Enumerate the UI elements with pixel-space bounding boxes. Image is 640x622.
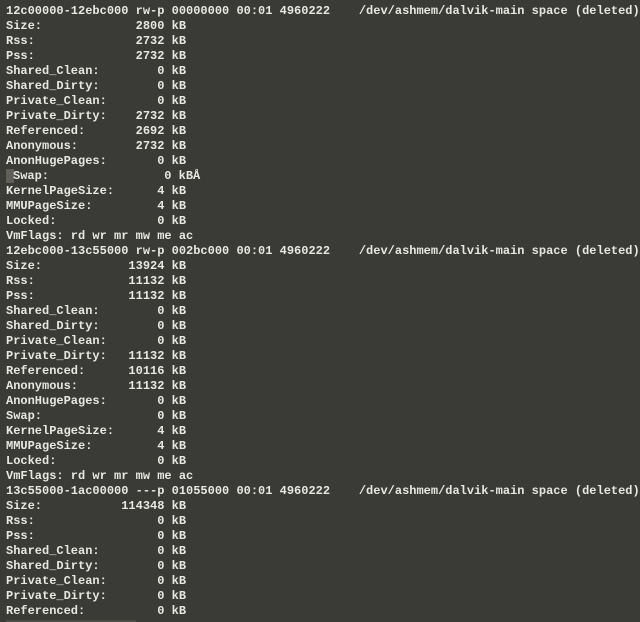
smaps-entry: Private_Dirty: 2732 kB [6, 109, 634, 124]
smaps-region-header: 12c00000-12ebc000 rw-p 00000000 00:01 49… [6, 4, 634, 19]
smaps-entry: Shared_Dirty: 0 kB [6, 319, 634, 334]
smaps-entry: Shared_Dirty: 0 kB [6, 559, 634, 574]
smaps-entry: MMUPageSize: 4 kB [6, 439, 634, 454]
smaps-entry: Rss: 0 kB [6, 514, 634, 529]
smaps-vmflags: VmFlags: rd wr mr mw me ac [6, 229, 634, 244]
smaps-entry: Pss: 11132 kB [6, 289, 634, 304]
smaps-entry: Referenced: 10116 kB [6, 364, 634, 379]
smaps-entry: Private_Dirty: 0 kB [6, 589, 634, 604]
smaps-entry: Size: 2800 kB [6, 19, 634, 34]
smaps-entry: Shared_Clean: 0 kB [6, 304, 634, 319]
smaps-entry: AnonHugePages: 0 kB [6, 394, 634, 409]
smaps-entry: Rss: 2732 kB [6, 34, 634, 49]
smaps-entry: Shared_Clean: 0 kB [6, 544, 634, 559]
smaps-entry: Locked: 0 kB [6, 454, 634, 469]
smaps-entry: Locked: 0 kB [6, 214, 634, 229]
smaps-entry: Size: 13924 kB [6, 259, 634, 274]
smaps-region-header: 13c55000-1ac00000 ---p 01055000 00:01 49… [6, 484, 634, 499]
smaps-entry: Anonymous: 2732 kB [6, 139, 634, 154]
smaps-entry: Private_Dirty: 11132 kB [6, 349, 634, 364]
smaps-entry: Rss: 11132 kB [6, 274, 634, 289]
smaps-entry: Private_Clean: 0 kB [6, 94, 634, 109]
terminal-output: 12c00000-12ebc000 rw-p 00000000 00:01 49… [6, 4, 634, 622]
smaps-entry: Pss: 0 kB [6, 529, 634, 544]
smaps-entry: KernelPageSize: 4 kB [6, 424, 634, 439]
smaps-entry: KernelPageSize: 4 kB [6, 184, 634, 199]
smaps-entry: Anonymous: 11132 kB [6, 379, 634, 394]
smaps-region-header: 12ebc000-13c55000 rw-p 002bc000 00:01 49… [6, 244, 634, 259]
smaps-entry: MMUPageSize: 4 kB [6, 199, 634, 214]
smaps-entry: Private_Clean: 0 kB [6, 334, 634, 349]
smaps-entry: Swap: 0 kBÅ [6, 169, 634, 184]
smaps-entry: Pss: 2732 kB [6, 49, 634, 64]
smaps-entry: AnonHugePages: 0 kB [6, 154, 634, 169]
smaps-vmflags: VmFlags: rd wr mr mw me ac [6, 469, 634, 484]
smaps-entry: Swap: 0 kB [6, 409, 634, 424]
smaps-entry: Private_Clean: 0 kB [6, 574, 634, 589]
smaps-entry: Referenced: 0 kB [6, 604, 634, 619]
smaps-entry: Shared_Dirty: 0 kB [6, 79, 634, 94]
smaps-entry: Referenced: 2692 kB [6, 124, 634, 139]
smaps-entry: Shared_Clean: 0 kB [6, 64, 634, 79]
smaps-entry: Size: 114348 kB [6, 499, 634, 514]
